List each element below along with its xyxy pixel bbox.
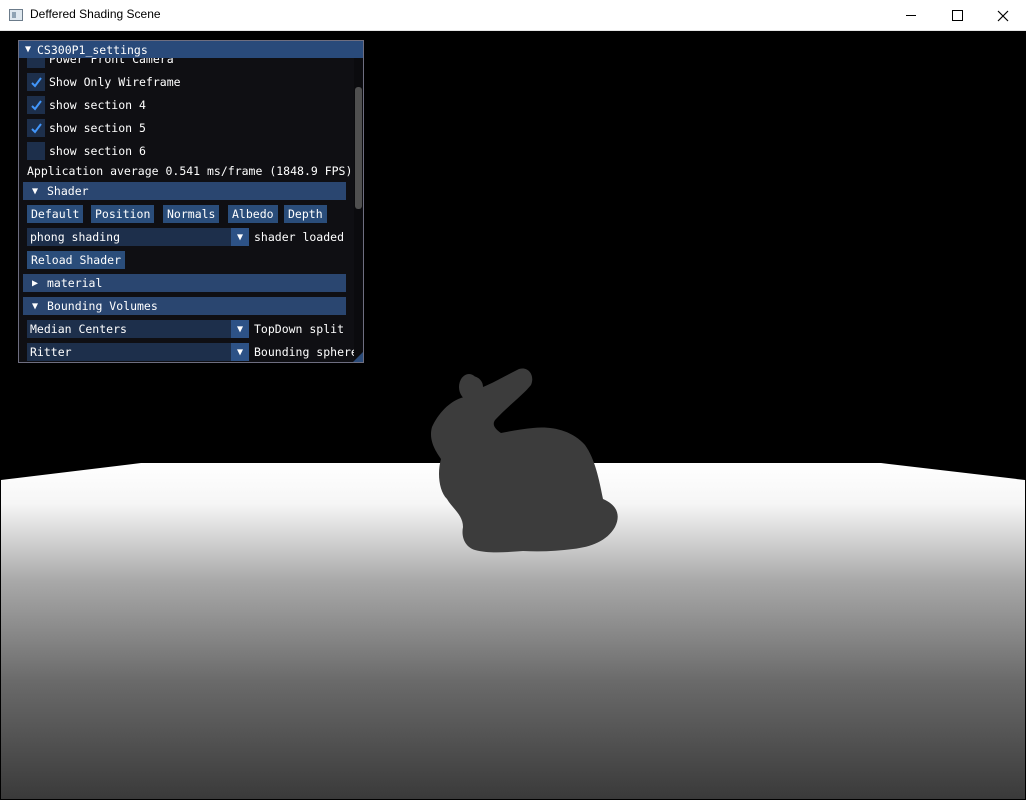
maximize-icon bbox=[951, 10, 963, 21]
shader-status: shader loaded bbox=[254, 230, 345, 244]
window-titlebar[interactable]: Deffered Shading Scene bbox=[0, 0, 1026, 31]
expanded-triangle-icon: ▼ bbox=[31, 300, 39, 312]
dropdown-arrow-icon[interactable]: ▼ bbox=[231, 228, 249, 246]
combo-value: Median Centers bbox=[30, 322, 127, 336]
check-icon bbox=[30, 99, 42, 111]
checkbox[interactable] bbox=[27, 73, 45, 91]
depth-button[interactable]: Depth bbox=[284, 205, 327, 223]
combo-value: Ritter bbox=[30, 345, 72, 359]
checkbox[interactable] bbox=[27, 119, 45, 137]
checkbox[interactable] bbox=[27, 96, 45, 114]
combo-side-label: Bounding sphere bbox=[254, 345, 354, 359]
window-title: Deffered Shading Scene bbox=[30, 7, 161, 21]
collapse-triangle-icon[interactable]: ▼ bbox=[19, 44, 37, 55]
header-label: Shader bbox=[47, 184, 89, 198]
split-method-combo[interactable]: Median Centers ▼ bbox=[27, 320, 249, 338]
close-button[interactable] bbox=[980, 0, 1026, 31]
checkbox-label: show section 4 bbox=[49, 98, 146, 112]
bounding-volumes-header[interactable]: ▼ Bounding Volumes bbox=[23, 297, 346, 315]
shader-header[interactable]: ▼ Shader bbox=[23, 182, 346, 200]
check-icon bbox=[30, 76, 42, 88]
dropdown-arrow-icon[interactable]: ▼ bbox=[231, 320, 249, 338]
checkbox-label: show section 5 bbox=[49, 121, 146, 135]
combo-side-label: TopDown split bbox=[254, 322, 345, 336]
check-icon bbox=[30, 122, 42, 134]
expanded-triangle-icon: ▼ bbox=[31, 185, 39, 197]
app-icon bbox=[9, 9, 23, 21]
header-label: material bbox=[47, 276, 103, 290]
minimize-button[interactable] bbox=[888, 0, 934, 31]
checkbox[interactable] bbox=[27, 142, 45, 160]
settings-panel[interactable]: ▼ CS300P1_settings Power Front Camera Sh… bbox=[18, 40, 364, 363]
checkbox-label: show section 6 bbox=[49, 144, 146, 158]
reload-shader-button[interactable]: Reload Shader bbox=[27, 251, 126, 269]
default-button[interactable]: Default bbox=[27, 205, 84, 223]
settings-panel-titlebar[interactable]: ▼ CS300P1_settings bbox=[19, 41, 363, 58]
resize-grip[interactable] bbox=[353, 352, 363, 362]
header-label: Bounding Volumes bbox=[47, 299, 158, 313]
dropdown-arrow-icon[interactable]: ▼ bbox=[231, 343, 249, 361]
bounding-sphere-combo[interactable]: Ritter ▼ bbox=[27, 343, 249, 361]
close-icon bbox=[997, 10, 1009, 21]
combo-value: phong shading bbox=[30, 230, 121, 244]
minimize-icon bbox=[906, 15, 916, 16]
scrollbar[interactable] bbox=[354, 58, 363, 362]
checkbox-label: Show Only Wireframe bbox=[49, 75, 181, 89]
albedo-button[interactable]: Albedo bbox=[228, 205, 278, 223]
collapsed-triangle-icon: ▶ bbox=[31, 277, 39, 289]
position-button[interactable]: Position bbox=[91, 205, 155, 223]
shader-combo[interactable]: phong shading ▼ bbox=[27, 228, 249, 246]
settings-panel-title: CS300P1_settings bbox=[37, 42, 148, 57]
material-header[interactable]: ▶ material bbox=[23, 274, 346, 292]
checkbox-label: Power Front Camera bbox=[49, 58, 174, 66]
checkbox[interactable] bbox=[27, 58, 45, 68]
settings-panel-body: Power Front Camera Show Only Wireframe s… bbox=[19, 58, 354, 362]
normals-button[interactable]: Normals bbox=[163, 205, 220, 223]
fps-text: Application average 0.541 ms/frame (1848… bbox=[27, 164, 353, 178]
scrollbar-thumb[interactable] bbox=[355, 87, 362, 209]
maximize-button[interactable] bbox=[934, 0, 980, 31]
